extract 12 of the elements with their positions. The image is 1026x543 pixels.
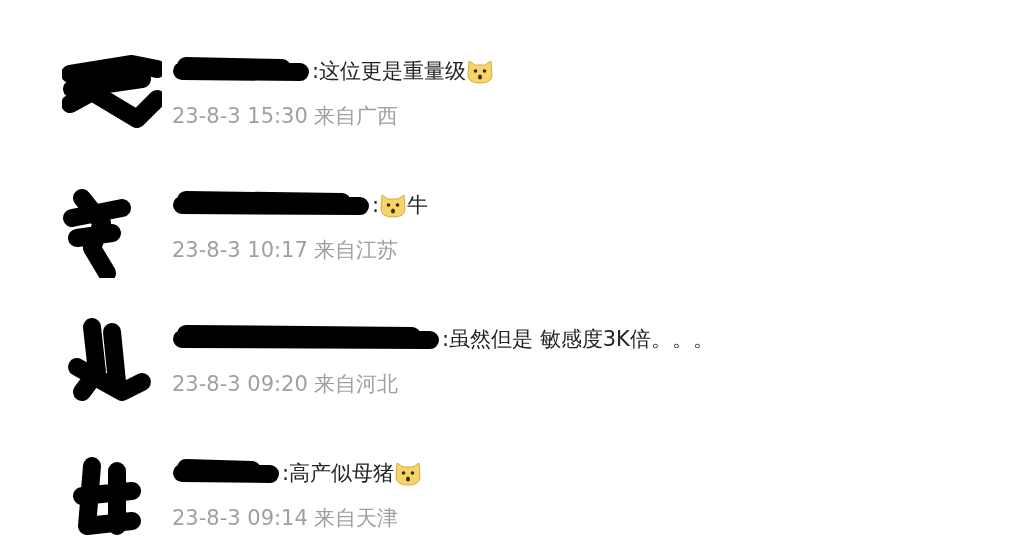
dog-face-icon (394, 459, 423, 487)
dog-face-icon (466, 57, 495, 85)
comment-time: 23-8-3 09:14 来自天津 (172, 505, 400, 532)
comment-text: 牛 (407, 192, 429, 219)
comment-text: : (372, 193, 380, 217)
comment-text: :虽然但是 敏感度3K倍。。。 (442, 326, 714, 353)
comment-time: 23-8-3 15:30 来自广西 (172, 103, 400, 130)
dog-face-icon (379, 191, 408, 219)
comment-text: :高产似母猪 (282, 460, 395, 487)
comment-time: 23-8-3 10:17 来自江苏 (172, 237, 400, 264)
comment-text: :这位更是重量级 (312, 58, 467, 85)
comment-time: 23-8-3 09:20 来自河北 (172, 371, 400, 398)
